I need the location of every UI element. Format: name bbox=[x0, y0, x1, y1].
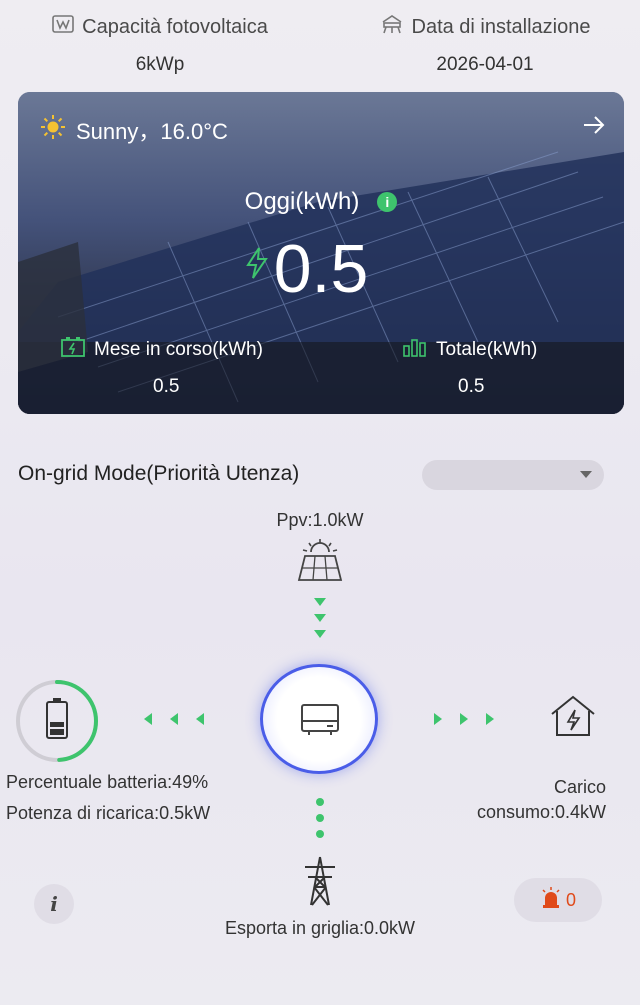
alarm-icon bbox=[540, 886, 562, 914]
battery-gauge[interactable] bbox=[14, 678, 100, 764]
month-label: Mese in corso(kWh) bbox=[94, 339, 263, 360]
mode-label: On-grid Mode(Priorità Utenza) bbox=[18, 462, 300, 485]
load-power-label: consumo:0.4kW bbox=[476, 802, 606, 822]
install-icon bbox=[380, 14, 404, 40]
flow-dot bbox=[316, 814, 324, 822]
total-stat: Totale(kWh) 0.5 bbox=[402, 336, 537, 398]
battery-percent-label: Percentuale batteria:49% bbox=[6, 772, 209, 792]
flow-arrow-left bbox=[144, 713, 152, 725]
flow-arrow-left bbox=[196, 713, 204, 725]
inverter-icon bbox=[301, 704, 339, 735]
total-label: Totale(kWh) bbox=[436, 339, 538, 360]
capacity-icon bbox=[52, 14, 74, 40]
ppv-label: Ppv:1.0kW bbox=[276, 510, 364, 530]
flow-arrow-down bbox=[314, 598, 326, 606]
top-info: Capacità fotovoltaica 6kWp Data di insta… bbox=[0, 14, 640, 84]
house-icon[interactable] bbox=[548, 694, 598, 743]
solar-panel-icon bbox=[297, 538, 343, 587]
mode-selector[interactable] bbox=[422, 460, 604, 490]
total-value: 0.5 bbox=[458, 376, 485, 397]
capacity-label: Capacità fotovoltaica bbox=[82, 15, 268, 38]
install-date: Data di installazione 2026-04-01 bbox=[355, 14, 615, 76]
info-button[interactable]: i bbox=[34, 884, 74, 924]
flow-arrow-right bbox=[460, 713, 468, 725]
capacity-value: 6kWp bbox=[135, 54, 185, 75]
today-label-row: Oggi(kWh) i bbox=[18, 188, 624, 216]
weather-text: Sunny，16.0°C bbox=[76, 119, 228, 144]
flow-arrow-left bbox=[170, 713, 178, 725]
arrow-right-icon[interactable] bbox=[582, 112, 606, 143]
bar-chart-icon bbox=[402, 336, 428, 364]
charge-power-label: Potenza di ricarica:0.5kW bbox=[6, 803, 211, 823]
weather: Sunny，16.0°C bbox=[40, 114, 228, 146]
today-value: 0.5 bbox=[273, 231, 369, 307]
grid-tower-icon[interactable] bbox=[301, 855, 339, 912]
install-value: 2026-04-01 bbox=[436, 54, 534, 75]
mode-row: On-grid Mode(Priorità Utenza) bbox=[18, 460, 608, 492]
chevron-down-icon bbox=[580, 471, 592, 478]
battery-charge-icon bbox=[60, 336, 86, 364]
info-icon[interactable]: i bbox=[377, 192, 398, 212]
alarm-button[interactable]: 0 bbox=[514, 878, 602, 922]
load-label: Carico bbox=[553, 777, 606, 797]
flow-dot bbox=[316, 830, 324, 838]
flow-arrow-down bbox=[314, 630, 326, 638]
today-label: Oggi(kWh) bbox=[244, 188, 360, 215]
sun-icon bbox=[40, 114, 66, 146]
month-value: 0.5 bbox=[153, 376, 180, 397]
flow-arrow-down bbox=[314, 614, 326, 622]
production-card[interactable]: Sunny，16.0°C Oggi(kWh) i 0.5 Mese in cors… bbox=[18, 92, 624, 414]
alarm-count: 0 bbox=[565, 889, 576, 910]
flow-arrow-right bbox=[434, 713, 442, 725]
month-stat: Mese in corso(kWh) 0.5 bbox=[60, 336, 263, 398]
inverter-node[interactable] bbox=[260, 664, 378, 774]
info-button-label: i bbox=[50, 892, 58, 916]
pv-capacity: Capacità fotovoltaica 6kWp bbox=[30, 14, 290, 76]
install-label: Data di installazione bbox=[411, 15, 591, 38]
flow-arrow-right bbox=[486, 713, 494, 725]
flow-dot bbox=[316, 798, 324, 806]
